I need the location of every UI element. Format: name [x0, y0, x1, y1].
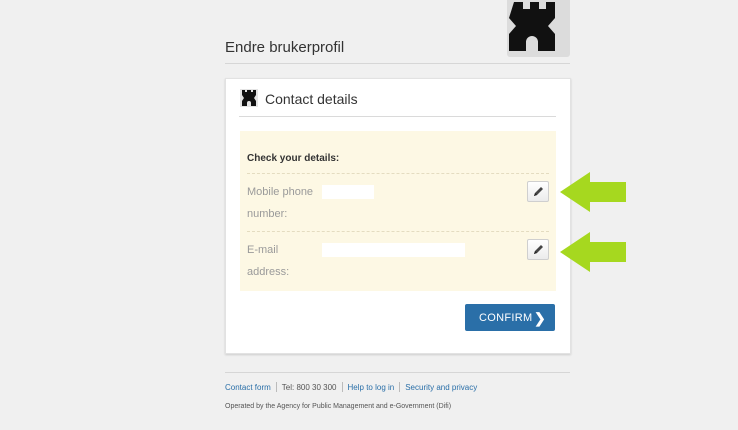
security-privacy-link[interactable]: Security and privacy — [405, 383, 477, 392]
card-title: Contact details — [265, 91, 358, 107]
pencil-icon — [533, 187, 543, 196]
arrow-left-icon — [560, 232, 626, 272]
footer-separator — [399, 382, 401, 392]
help-login-link[interactable]: Help to log in — [348, 383, 395, 392]
page-title: Endre brukerprofil — [225, 39, 345, 56]
arrow-left-icon — [560, 172, 626, 212]
mobile-phone-label: Mobile phone number: — [247, 186, 314, 220]
details-panel: Check your details: Mobile phone number:… — [240, 131, 556, 291]
confirm-button[interactable]: CONFIRM ❯ — [465, 304, 555, 331]
logo — [507, 0, 570, 57]
title-divider — [225, 63, 570, 64]
contact-form-link[interactable]: Contact form — [225, 383, 271, 392]
separator — [247, 173, 549, 174]
castle-tower-icon — [509, 2, 555, 51]
details-heading: Check your details: — [247, 153, 340, 164]
mobile-phone-value — [322, 185, 374, 199]
footer-separator — [341, 382, 343, 392]
email-label: E-mail address: — [247, 244, 290, 278]
footer-note: Operated by the Agency for Public Manage… — [225, 403, 452, 410]
confirm-label: CONFIRM — [479, 311, 533, 324]
separator — [247, 231, 549, 232]
castle-tower-icon — [240, 89, 258, 107]
footer-separator — [275, 382, 277, 392]
phone-number: Tel: 800 30 300 — [281, 382, 337, 392]
chevron-right-icon: ❯ — [533, 310, 546, 326]
edit-email-button[interactable] — [527, 239, 549, 260]
pencil-icon — [533, 245, 543, 254]
footer-divider — [225, 372, 570, 373]
card-divider — [239, 116, 556, 117]
footer-links: Contact form Tel: 800 30 300 Help to log… — [225, 382, 477, 392]
email-value — [322, 243, 465, 257]
edit-mobile-button[interactable] — [527, 181, 549, 202]
contact-details-card: Contact details Check your details: Mobi… — [225, 78, 571, 354]
